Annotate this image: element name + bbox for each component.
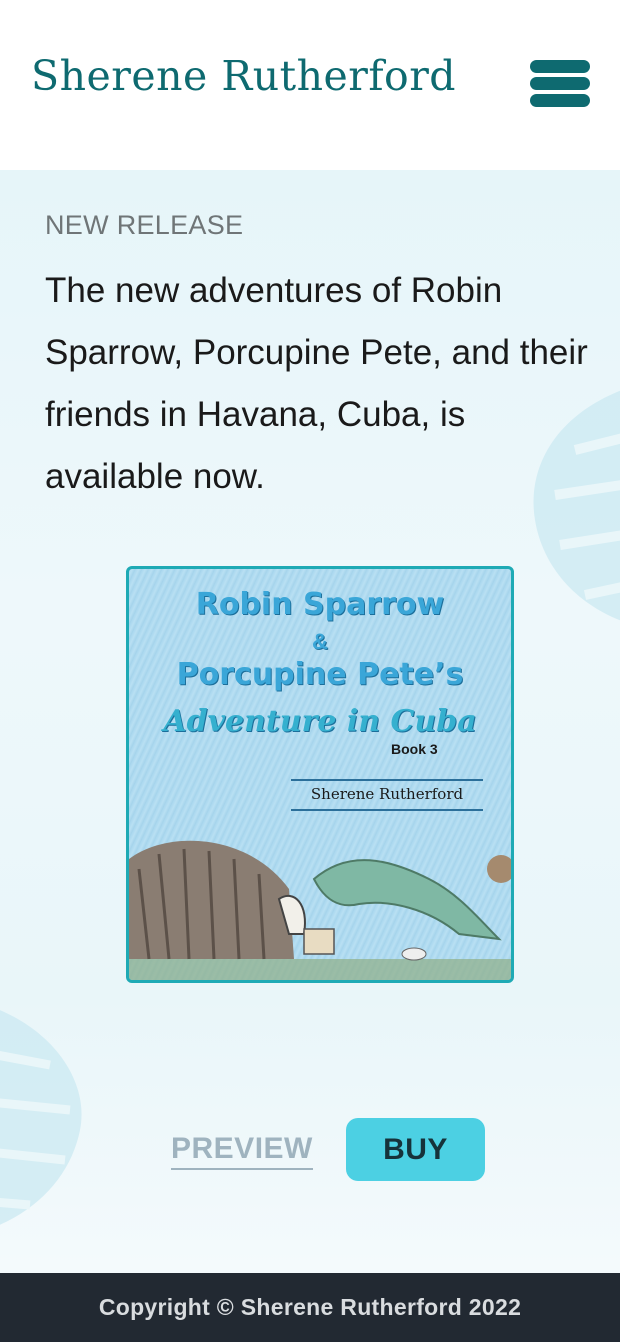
menu-bar bbox=[530, 77, 590, 90]
menu-bar bbox=[530, 60, 590, 73]
cover-book-number: Book 3 bbox=[391, 741, 438, 757]
release-headline: The new adventures of Robin Sparrow, Por… bbox=[45, 271, 588, 496]
site-footer: Copyright © Sherene Rutherford 2022 bbox=[0, 1273, 620, 1342]
cover-title-line1: Robin Sparrow bbox=[195, 587, 445, 622]
cover-illustration bbox=[129, 840, 511, 980]
copyright-text: Copyright © Sherene Rutherford 2022 bbox=[98, 1294, 522, 1320]
cover-title-line2: Porcupine Pete’s bbox=[176, 657, 464, 692]
book-cover-image[interactable]: Robin Sparrow & Porcupine Pete’s Adventu… bbox=[126, 566, 514, 983]
site-title[interactable]: Sherene Rutherford bbox=[31, 52, 456, 100]
cover-divider bbox=[291, 779, 483, 781]
cover-subtitle: Adventure in Cuba bbox=[163, 704, 477, 739]
preview-link[interactable]: PREVIEW bbox=[171, 1132, 313, 1170]
site-header: Sherene Rutherford bbox=[0, 0, 620, 170]
new-release-section: NEW RELEASE The new adventures of Robin … bbox=[0, 170, 620, 1273]
hamburger-menu-icon[interactable] bbox=[530, 60, 590, 108]
monstera-leaf-icon bbox=[0, 1010, 82, 1225]
section-eyebrow: NEW RELEASE bbox=[45, 210, 244, 240]
buy-button[interactable]: BUY bbox=[346, 1118, 485, 1181]
cover-ampersand: & bbox=[312, 629, 328, 654]
menu-bar bbox=[530, 94, 590, 107]
cover-author: Sherene Rutherford bbox=[310, 785, 464, 803]
